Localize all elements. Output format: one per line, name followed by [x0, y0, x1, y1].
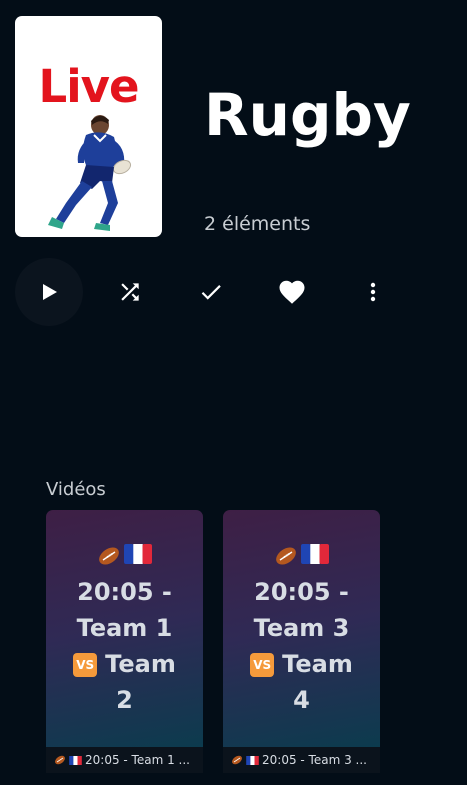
cover-live-label: Live: [38, 60, 140, 113]
action-toolbar: [15, 258, 415, 326]
video-thumbnail: 20:05 - Team 3 VS Team 4: [223, 510, 380, 747]
vs-icon: VS: [73, 653, 98, 677]
video-card[interactable]: 20:05 - Team 3 VS Team 4 20:05 - Team 3 .…: [223, 510, 380, 785]
item-count: 2 éléments: [204, 213, 311, 235]
thumbnail-team-b-number: 2: [116, 686, 133, 714]
thumbnail-icons: [46, 544, 203, 568]
france-flag-icon: [301, 544, 329, 564]
rugby-ball-icon: [276, 547, 296, 565]
play-button[interactable]: [15, 258, 83, 326]
thumbnail-team-b-number: 4: [293, 686, 310, 714]
thumbnail-team-a: Team 3: [253, 614, 350, 642]
vs-icon: VS: [250, 653, 275, 677]
heart-icon: [279, 280, 305, 304]
france-flag-icon: [124, 544, 152, 564]
thumbnail-title: 20:05 - Team 3 VS Team 4: [227, 574, 376, 718]
thumbnail-team-a: Team 1: [76, 614, 173, 642]
thumbnail-time: 20:05 -: [254, 578, 349, 606]
shuffle-button[interactable]: [96, 258, 164, 326]
france-flag-icon: [69, 755, 82, 765]
video-caption: 20:05 - Team 3 ...: [223, 747, 380, 773]
rugby-player-image: [48, 115, 132, 231]
video-caption-text: 20:05 - Team 3 ...: [262, 753, 367, 767]
france-flag-icon: [246, 755, 259, 765]
video-caption-text: 20:05 - Team 1 ...: [85, 753, 190, 767]
mark-watched-button[interactable]: [177, 258, 245, 326]
thumbnail-team-b-label: Team: [105, 650, 176, 678]
video-thumbnail: 20:05 - Team 1 VS Team 2: [46, 510, 203, 747]
thumbnail-time: 20:05 -: [77, 578, 172, 606]
shuffle-icon: [121, 283, 139, 301]
thumbnail-title: 20:05 - Team 1 VS Team 2: [50, 574, 199, 718]
more-options-button[interactable]: [339, 258, 407, 326]
thumbnail-icons: [223, 544, 380, 568]
rugby-ball-icon: [232, 755, 242, 765]
video-caption: 20:05 - Team 1 ...: [46, 747, 203, 773]
favorite-button[interactable]: [258, 258, 326, 326]
more-vertical-icon: [370, 282, 376, 302]
playlist-cover: Live: [15, 16, 162, 237]
section-title-videos: Vidéos: [46, 479, 106, 500]
video-card[interactable]: 20:05 - Team 1 VS Team 2 20:05 - Team 1 .…: [46, 510, 203, 785]
thumbnail-team-b-label: Team: [282, 650, 353, 678]
play-icon: [43, 284, 57, 300]
page-title: Rugby: [204, 81, 411, 149]
check-icon: [201, 285, 221, 300]
rugby-ball-icon: [99, 547, 119, 565]
rugby-ball-icon: [55, 755, 65, 765]
